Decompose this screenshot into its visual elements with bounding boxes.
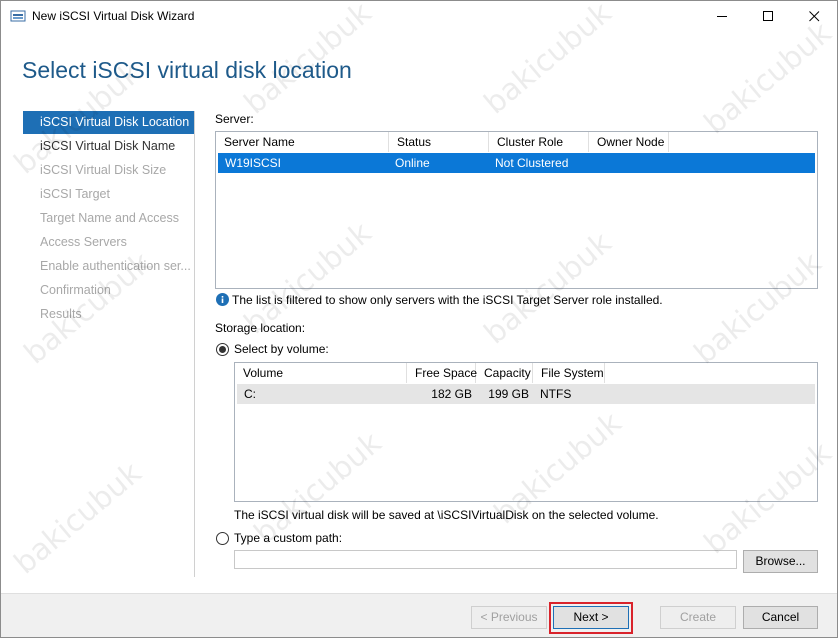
close-button[interactable] [791,1,837,32]
watermark-text: bakicubuk [697,15,838,142]
server-list-header-cluster-role[interactable]: Cluster Role [489,132,589,152]
custom-path-input[interactable] [234,550,737,569]
server-filter-info-text: The list is filtered to show only server… [232,293,663,307]
server-list[interactable]: Server Name Status Cluster Role Owner No… [215,131,818,289]
volume-list-header-volume[interactable]: Volume [235,363,407,383]
nav-step-enable-authentication: Enable authentication ser... [40,259,191,273]
volume-row-selected[interactable]: C: 182 GB 199 GB NTFS [237,384,815,404]
server-cluster-role-cell: Not Clustered [495,156,569,170]
create-button[interactable]: Create [660,606,736,629]
custom-path-label[interactable]: Type a custom path: [234,531,342,545]
free-space-cell: 182 GB [431,387,472,401]
nav-step-access-servers: Access Servers [40,235,127,249]
minimize-icon [716,16,727,17]
volume-list-header-file-system[interactable]: File System [533,363,605,383]
watermark-text: bakicubuk [7,455,149,582]
server-status-cell: Online [395,156,430,170]
maximize-button[interactable] [745,1,791,32]
close-icon [808,11,819,22]
nav-step-virtual-disk-location[interactable]: iSCSI Virtual Disk Location [23,111,194,134]
info-icon [216,293,229,309]
cancel-button[interactable]: Cancel [743,606,818,629]
server-list-header-owner-node[interactable]: Owner Node [589,132,669,152]
nav-step-virtual-disk-name[interactable]: iSCSI Virtual Disk Name [23,135,194,158]
capacity-cell: 199 GB [488,387,529,401]
nav-step-virtual-disk-size: iSCSI Virtual Disk Size [40,163,167,177]
page-title: Select iSCSI virtual disk location [22,57,352,83]
nav-step-target-name-access: Target Name and Access [40,211,179,225]
server-list-header-name[interactable]: Server Name [216,132,389,152]
minimize-button[interactable] [699,1,745,32]
volume-cell: C: [244,387,256,401]
volume-list-header-free-space[interactable]: Free Space [407,363,477,383]
browse-button[interactable]: Browse... [743,550,818,573]
server-name-cell: W19ISCSI [225,156,282,170]
previous-button[interactable]: < Previous [471,606,547,629]
server-manager-app-icon [10,9,26,23]
window-title: New iSCSI Virtual Disk Wizard [32,9,195,23]
server-list-header-status[interactable]: Status [389,132,489,152]
server-label: Server: [215,112,254,126]
next-button[interactable]: Next > [553,606,629,629]
select-by-volume-radio[interactable] [216,343,229,356]
radio-selected-dot [219,346,226,353]
title-bar: New iSCSI Virtual Disk Wizard [1,1,837,32]
nav-step-results: Results [40,307,82,321]
file-system-cell: NTFS [540,387,572,401]
save-location-note: The iSCSI virtual disk will be saved at … [234,508,659,522]
storage-location-label: Storage location: [215,321,306,335]
maximize-icon [762,11,773,21]
volume-list-header-capacity[interactable]: Capacity [476,363,533,383]
volume-list[interactable]: Volume Free Space Capacity File System C… [234,362,818,502]
wizard-window: New iSCSI Virtual Disk Wizard Select iSC… [0,0,838,638]
custom-path-radio[interactable] [216,532,229,545]
nav-divider [194,111,195,577]
select-by-volume-label[interactable]: Select by volume: [234,342,329,356]
nav-step-confirmation: Confirmation [40,283,111,297]
server-row-selected[interactable]: W19ISCSI Online Not Clustered [218,153,815,173]
nav-step-iscsi-target: iSCSI Target [40,187,110,201]
